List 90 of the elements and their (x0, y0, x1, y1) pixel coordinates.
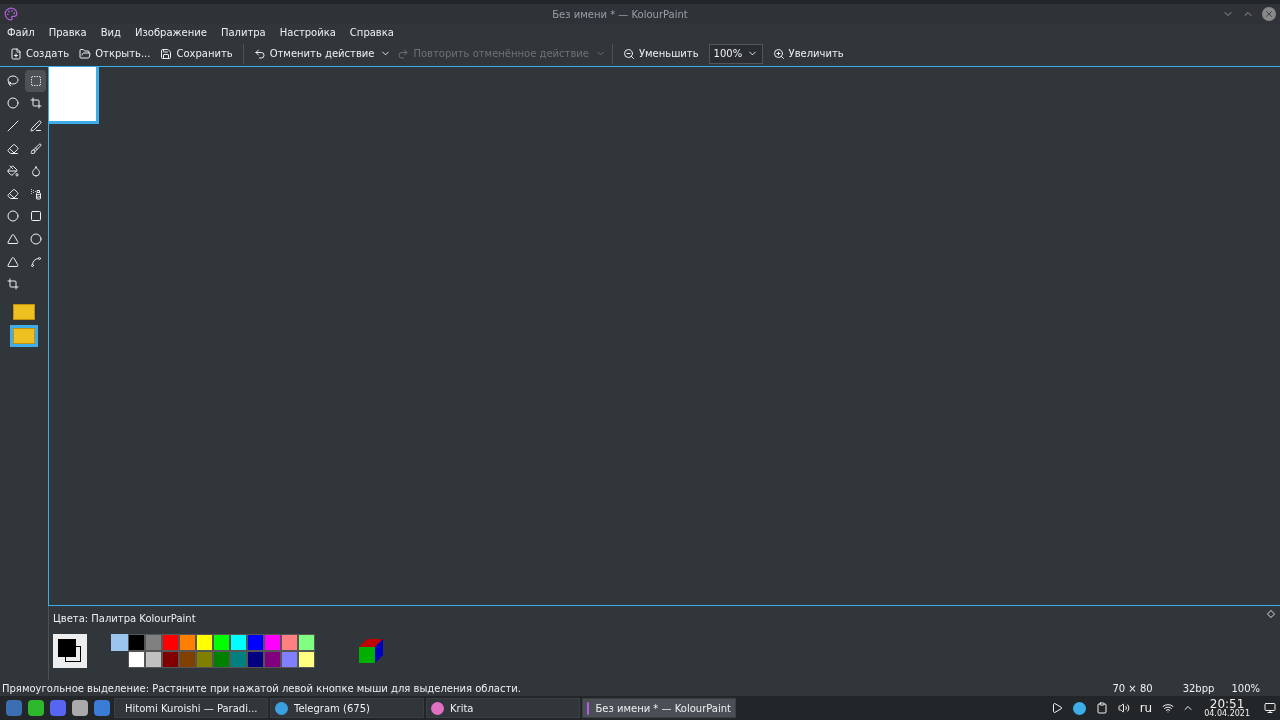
palette-color[interactable] (145, 634, 162, 651)
palette-color[interactable] (230, 634, 247, 651)
transparent-color-icon[interactable] (111, 634, 128, 651)
palette-color[interactable] (247, 634, 264, 651)
polygon-icon (6, 232, 19, 245)
clock[interactable]: 20:51 04.04.2021 (1204, 698, 1250, 718)
wifi-icon[interactable] (1162, 702, 1175, 714)
color-cube-icon[interactable] (357, 637, 385, 665)
ellipse-icon (6, 210, 19, 223)
ellipse-icon (29, 232, 42, 245)
menu-item[interactable]: Вид (100, 25, 121, 40)
zoom-combo[interactable]: 100% (708, 43, 763, 64)
bucket-icon (6, 165, 19, 178)
undo-icon (253, 47, 266, 60)
close-button[interactable] (1262, 7, 1276, 21)
palette-color[interactable] (298, 634, 315, 651)
redo-icon (397, 47, 410, 60)
rectangle-icon (29, 210, 42, 223)
open-icon (79, 47, 92, 60)
curve-icon (29, 255, 42, 268)
menu-item[interactable]: Правка (48, 25, 87, 40)
menu-item[interactable]: Файл (7, 25, 35, 40)
save-icon (160, 47, 173, 60)
status-message: Прямоугольное выделение: Растяните при нажатой левой кнопке мыши для выделения области. (2, 681, 522, 696)
media-icon[interactable] (1050, 702, 1063, 714)
color-depth: 32bpp (1182, 681, 1215, 696)
close-icon (1264, 9, 1274, 19)
chat-icon[interactable] (28, 700, 44, 716)
image-size: 70 × 80 (1112, 681, 1153, 696)
palette-color[interactable] (247, 651, 264, 668)
show-desktop-icon[interactable] (1264, 702, 1276, 714)
palette-color[interactable] (213, 634, 230, 651)
app-icon (4, 7, 18, 21)
image-selection-icon (13, 327, 35, 344)
droplet-icon (29, 165, 42, 178)
spray-can-icon (29, 187, 42, 200)
ellipse-select-icon (6, 97, 19, 110)
undo-button[interactable]: Отменить действие (249, 43, 379, 64)
palette-color[interactable] (196, 634, 213, 651)
palette-color[interactable] (145, 651, 162, 668)
palette-color[interactable] (162, 634, 179, 651)
volume-icon[interactable] (1117, 702, 1130, 714)
palette-color[interactable] (179, 651, 196, 668)
open-button[interactable]: Открыть... (75, 43, 155, 64)
new-button[interactable]: Создать (6, 43, 74, 64)
rect-select-icon (29, 74, 42, 87)
palette-color[interactable] (264, 634, 281, 651)
palette-color[interactable] (128, 651, 145, 668)
palette-color[interactable] (281, 651, 298, 668)
tool-button[interactable] (25, 70, 46, 92)
keyboard-layout[interactable]: ru (1139, 699, 1153, 717)
clipboard-icon[interactable] (1095, 702, 1108, 714)
menu-item[interactable]: Справка (349, 25, 394, 40)
selection-mode-button[interactable] (10, 324, 38, 347)
line-icon (6, 120, 19, 132)
palette-color[interactable] (196, 651, 213, 668)
palette-color[interactable] (230, 651, 247, 668)
palette-color[interactable] (179, 634, 196, 651)
menu-item[interactable]: Палитра (220, 25, 266, 40)
new-icon (10, 47, 22, 60)
app-icon[interactable] (72, 700, 88, 716)
zoomin-icon (772, 47, 785, 60)
palette-color[interactable] (281, 634, 298, 651)
eraser-icon (6, 142, 19, 155)
panel-title: Цвета: Палитра KolourPaint (53, 613, 196, 624)
taskbar-task[interactable]: Telegram (675) (270, 698, 424, 718)
palette-color[interactable] (264, 651, 281, 668)
eraser-icon (6, 187, 19, 200)
crop-icon (6, 278, 19, 291)
zoomout-button[interactable]: Уменьшить (618, 43, 703, 64)
save-button[interactable]: Сохранить (156, 43, 237, 64)
menu-item[interactable]: Изображение (135, 25, 207, 40)
palette-color[interactable] (162, 651, 179, 668)
image-selection-icon (13, 303, 35, 320)
lasso-icon (6, 74, 19, 87)
zoomout-icon (622, 47, 635, 60)
brush-icon (29, 142, 42, 155)
palette-color[interactable] (298, 651, 315, 668)
color-swatch-widget[interactable] (53, 634, 87, 668)
window-title: Без имени * — KolourPaint (552, 8, 688, 20)
pen-icon (29, 120, 42, 132)
taskbar-task[interactable]: Hitomi Kuroishi — Paradi... (114, 698, 268, 718)
palette-color[interactable] (128, 634, 145, 651)
palette-color[interactable] (213, 651, 230, 668)
polyline-icon (6, 255, 19, 268)
taskbar-task[interactable]: Без имени * — KolourPaint (582, 698, 736, 718)
taskbar-task[interactable]: Krita (426, 698, 580, 718)
zoomin-button[interactable]: Увеличить (768, 43, 848, 64)
menu-item[interactable]: Настройка (279, 25, 336, 40)
zoom-level: 100% (1231, 681, 1260, 696)
